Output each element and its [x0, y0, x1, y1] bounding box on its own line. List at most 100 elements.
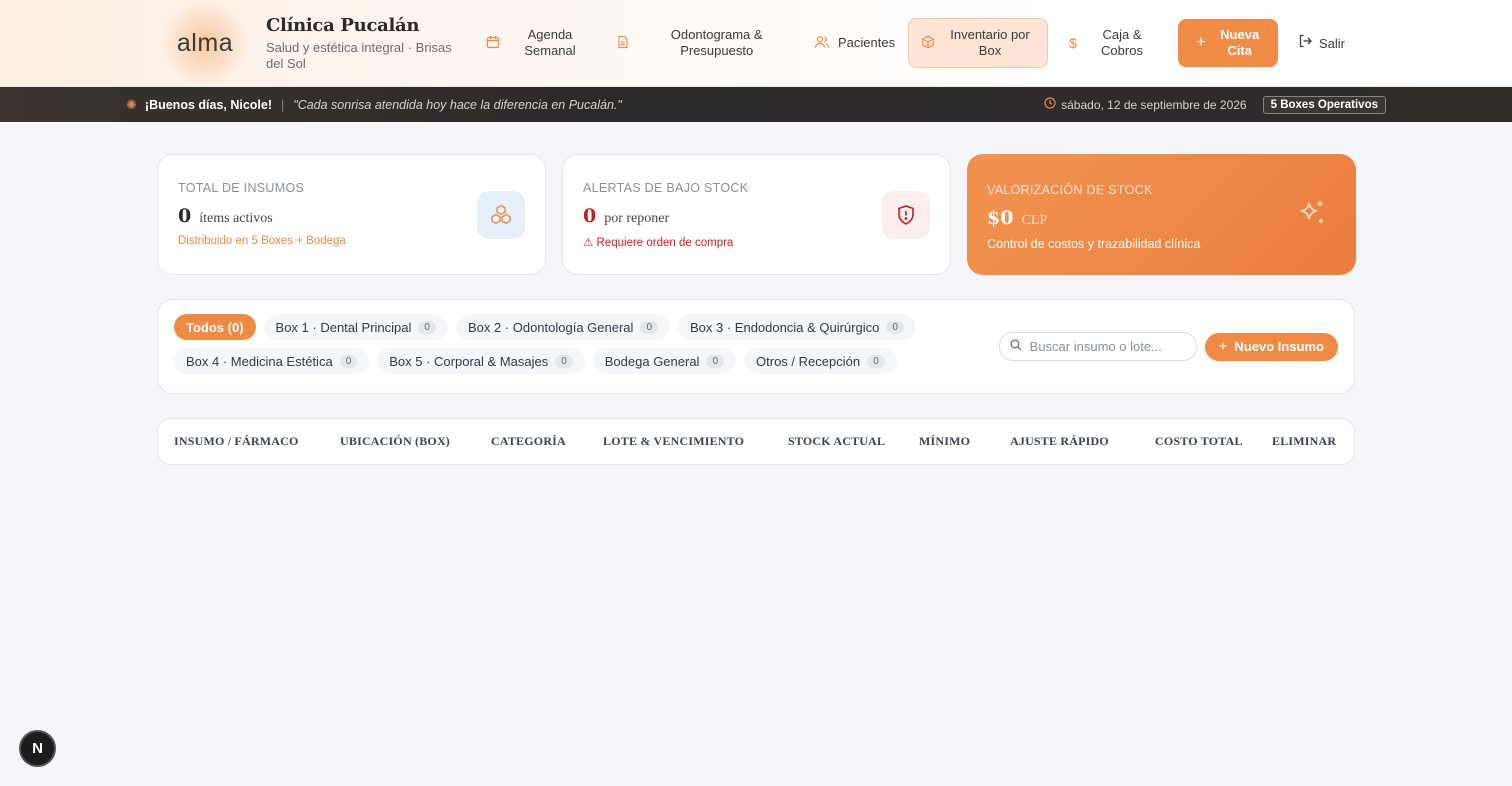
nav-inventario[interactable]: Inventario por Box	[908, 18, 1048, 68]
greeting-text: ¡Buenos días, Nicole!	[144, 97, 273, 112]
column-ajuste[interactable]: AJUSTE RÁPIDO	[1010, 434, 1155, 449]
nav-pacientes-label: Pacientes	[838, 35, 896, 50]
card-label: VALORIZACIÓN DE STOCK	[987, 183, 1153, 197]
nav-odontograma[interactable]: Odontograma & Presupuesto	[604, 18, 804, 68]
logo[interactable]: alma	[162, 0, 248, 86]
chip-count: 0	[867, 354, 885, 368]
filter-panel: Todos (0) Box 1 · Dental Principal 0 Box…	[157, 299, 1355, 394]
chip-count: 0	[339, 354, 358, 368]
chip-count: 0	[886, 320, 904, 334]
new-appointment-label: Nueva Cita	[1220, 27, 1260, 58]
chip-label: Box 1 · Dental Principal	[275, 319, 412, 335]
valuation-currency: CLP	[1021, 213, 1048, 228]
filter-chip-bodega[interactable]: Bodega General 0	[592, 348, 737, 374]
column-eliminar[interactable]: ELIMINAR	[1272, 434, 1336, 449]
logout-button[interactable]: Salir	[1298, 34, 1345, 52]
dev-tools-button[interactable]: N	[19, 730, 56, 767]
card-value: 0 por reponer	[583, 205, 930, 227]
divider: |	[281, 97, 285, 112]
filter-chip-box1[interactable]: Box 1 · Dental Principal 0	[263, 314, 448, 340]
greeting-right: sábado, 12 de septiembre de 2026 5 Boxes…	[1044, 95, 1386, 114]
low-stock-card: ALERTAS DE BAJO STOCK 0 por reponer ⚠ Re…	[562, 154, 951, 275]
filter-chip-otros[interactable]: Otros / Recepción 0	[744, 348, 897, 374]
total-count: 0	[178, 205, 192, 227]
nav-caja[interactable]: $ Caja & Cobros	[1054, 18, 1164, 68]
shield-alert-icon	[882, 191, 930, 239]
valuation-amount: $0	[987, 207, 1014, 229]
filter-actions: Buscar insumo o lote... + Nuevo Insumo	[998, 332, 1338, 361]
chip-label: Box 5 · Corporal & Masajes	[389, 353, 549, 369]
greeting-quote: "Cada sonrisa atendida hoy hace la difer…	[293, 97, 622, 112]
nav-odontograma-label: Odontograma & Presupuesto	[670, 27, 763, 58]
alerts-note: ⚠ Requiere orden de compra	[583, 235, 930, 249]
nav-agenda-label: Agenda Semanal	[524, 27, 576, 58]
chip-count: 0	[418, 320, 436, 334]
main-nav: Agenda Semanal Odontograma & Presupuesto…	[474, 18, 1164, 68]
alerts-unit: por reponer	[604, 211, 670, 226]
column-lote[interactable]: LOTE & VENCIMIENTO	[603, 434, 788, 449]
box-icon	[919, 35, 937, 52]
dollar-icon: $	[1069, 35, 1077, 51]
column-costo[interactable]: COSTO TOTAL	[1155, 434, 1272, 449]
card-label: TOTAL DE INSUMOS	[178, 181, 305, 195]
plus-icon: +	[1218, 338, 1228, 355]
sparkle-icon: ✺	[126, 96, 137, 112]
plus-icon: +	[1196, 34, 1206, 51]
search-placeholder: Buscar insumo o lote...	[1029, 339, 1162, 354]
chip-label: Box 4 · Medicina Estética	[186, 353, 333, 369]
alerts-count: 0	[583, 205, 597, 227]
filter-chip-box5[interactable]: Box 5 · Corporal & Masajes 0	[377, 348, 585, 374]
column-insumo[interactable]: INSUMO / FÁRMACO	[174, 434, 340, 449]
card-label: ALERTAS DE BAJO STOCK	[583, 181, 749, 195]
filter-chip-box4[interactable]: Box 4 · Medicina Estética 0	[174, 348, 370, 374]
nav-inventario-label: Inventario por Box	[950, 27, 1030, 58]
logout-label: Salir	[1319, 35, 1346, 51]
chip-label: Otros / Recepción	[756, 353, 861, 369]
total-unit: ítems activos	[199, 211, 273, 226]
new-item-label: Nuevo Insumo	[1234, 339, 1324, 354]
users-icon	[814, 35, 830, 52]
column-categoria[interactable]: CATEGORÍA	[491, 434, 603, 449]
clock-icon	[1044, 97, 1056, 112]
card-value: 0 ítems activos	[178, 205, 525, 227]
stock-valuation-card: VALORIZACIÓN DE STOCK $0 CLP Control de …	[967, 154, 1356, 275]
card-value: $0 CLP	[987, 207, 1336, 229]
column-ubicacion[interactable]: UBICACIÓN (BOX)	[340, 434, 491, 449]
document-icon	[614, 35, 631, 52]
new-appointment-button[interactable]: + Nueva Cita	[1178, 19, 1278, 67]
chip-count: 0	[706, 354, 725, 368]
clinic-title: Clínica Pucalán	[266, 14, 420, 36]
current-date: sábado, 12 de septiembre de 2026	[1061, 97, 1247, 112]
filter-chip-box3[interactable]: Box 3 · Endodoncia & Quirúrgico 0	[678, 314, 916, 340]
alerts-note-text: Requiere orden de compra	[596, 237, 734, 249]
nav-agenda[interactable]: Agenda Semanal	[474, 18, 604, 68]
search-input[interactable]: Buscar insumo o lote...	[998, 332, 1197, 361]
column-stock[interactable]: STOCK ACTUAL	[788, 434, 919, 449]
valuation-note: Control de costos y trazabilidad clínica	[987, 237, 1201, 251]
warning-icon: ⚠	[583, 237, 594, 249]
filter-chip-box2[interactable]: Box 2 · Odontología General 0	[455, 314, 670, 340]
app-header: alma Clínica Pucalán Salud y estética in…	[0, 0, 1512, 87]
clinic-subtitle: Salud y estética integral · Brisas del S…	[266, 39, 452, 71]
chip-count: 0	[555, 354, 573, 368]
total-note: Distribuido en 5 Boxes + Bodega	[178, 235, 346, 247]
logout-icon	[1298, 34, 1313, 52]
nav-pacientes[interactable]: Pacientes	[804, 18, 900, 68]
nav-caja-label: Caja & Cobros	[1101, 27, 1143, 58]
chip-label: Box 3 · Endodoncia & Quirúrgico	[690, 319, 880, 335]
chip-label: Box 2 · Odontología General	[467, 319, 634, 335]
cubes-icon	[477, 191, 525, 239]
inventory-table-header: INSUMO / FÁRMACO UBICACIÓN (BOX) CATEGOR…	[157, 418, 1355, 465]
search-icon	[1010, 339, 1022, 354]
column-minimo[interactable]: MÍNIMO	[919, 434, 1010, 449]
filter-chip-todos[interactable]: Todos (0)	[174, 314, 256, 340]
clinic-info: Clínica Pucalán Salud y estética integra…	[266, 15, 466, 72]
chip-label: Bodega General	[604, 353, 700, 369]
greeting-bar: ✺ ¡Buenos días, Nicole! | "Cada sonrisa …	[0, 87, 1512, 122]
stat-cards: TOTAL DE INSUMOS 0 ítems activos Distrib…	[157, 154, 1512, 275]
chip-label: Todos (0)	[186, 319, 244, 335]
calendar-icon	[484, 35, 502, 52]
new-item-button[interactable]: + Nuevo Insumo	[1204, 332, 1338, 361]
total-insumos-card: TOTAL DE INSUMOS 0 ítems activos Distrib…	[157, 154, 546, 275]
boxes-badge: 5 Boxes Operativos	[1262, 95, 1386, 114]
